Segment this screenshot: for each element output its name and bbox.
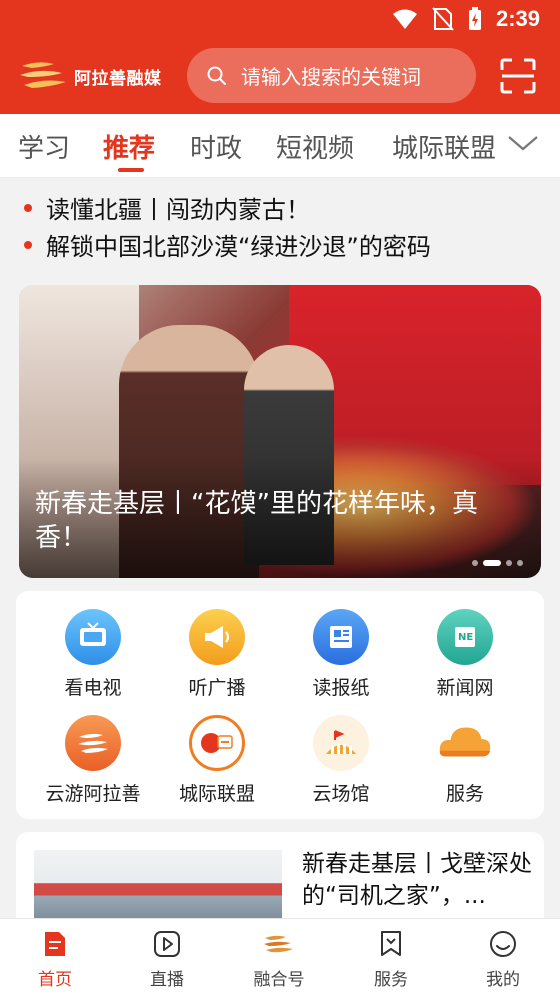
scan-icon[interactable] <box>500 58 536 94</box>
tv-icon <box>65 609 121 665</box>
service-label: 新闻网 <box>436 677 494 699</box>
nav-label: 首页 <box>38 970 72 990</box>
channel-tabs: 学习 推荐 时政 短视频 城际联盟 <box>0 114 560 178</box>
smile-user-icon <box>490 931 516 957</box>
status-bar: 2:39 <box>0 0 560 38</box>
bullet-icon <box>24 240 32 249</box>
nav-me[interactable]: 我的 <box>458 929 548 990</box>
headline-list: 读懂北疆丨闯劲内蒙古！ 解锁中国北部沙漠“绿进沙退”的密码 <box>0 178 560 274</box>
service-news-web[interactable]: NE 新闻网 <box>410 609 520 700</box>
nav-live[interactable]: 直播 <box>122 929 212 990</box>
headline-item[interactable]: 读懂北疆丨闯劲内蒙古！ <box>24 190 310 225</box>
headline-text: 读懂北疆丨闯劲内蒙古！ <box>46 196 310 224</box>
news-card[interactable]: 新春走基层丨戈壁深处的“司机之家”，... <box>16 832 544 932</box>
service-grid: 看电视 听广播 读报纸 NE 新闻网 云游阿拉善 城际联盟 云场馆 服务 <box>16 591 544 819</box>
headline-item[interactable]: 解锁中国北部沙漠“绿进沙退”的密码 <box>24 227 431 262</box>
chevron-down-icon[interactable] <box>506 132 540 154</box>
carousel-indicator <box>472 560 523 566</box>
nav-services[interactable]: 服务 <box>346 929 436 990</box>
home-icon <box>45 932 65 956</box>
wifi-icon <box>392 9 417 29</box>
service-label: 听广播 <box>188 677 246 699</box>
service-label: 看电视 <box>64 677 122 699</box>
nav-home[interactable]: 首页 <box>10 929 100 990</box>
bottom-navigation: 首页 直播 融合号 服务 我的 <box>0 918 560 995</box>
carousel-dot-active <box>483 560 501 566</box>
service-city-alliance[interactable]: 城际联盟 <box>162 715 272 806</box>
service-label: 云游阿拉善 <box>45 783 141 805</box>
tab-city-alliance[interactable]: 城际联盟 <box>392 128 496 165</box>
service-watch-tv[interactable]: 看电视 <box>38 609 148 700</box>
bullet-icon <box>24 203 32 212</box>
active-tab-indicator <box>118 168 144 172</box>
headline-text: 解锁中国北部沙漠“绿进沙退”的密码 <box>46 233 431 261</box>
service-services[interactable]: 服务 <box>410 715 520 806</box>
service-label: 服务 <box>445 783 484 805</box>
logo-emblem-icon <box>264 935 293 953</box>
app-logo[interactable]: 阿拉善融媒 <box>18 58 162 94</box>
nav-label: 服务 <box>374 970 408 990</box>
svg-text:NE: NE <box>458 632 473 643</box>
banner-carousel[interactable]: 新春走基层丨“花馍”里的花样年味，真香！ <box>19 285 541 578</box>
banner-title: 新春走基层丨“花馍”里的花样年味，真香！ <box>35 489 478 553</box>
carousel-dot <box>517 560 523 566</box>
service-cloud-venue[interactable]: 云场馆 <box>286 715 396 806</box>
status-icons: 2:39 <box>392 6 540 32</box>
service-read-newspaper[interactable]: 读报纸 <box>286 609 396 700</box>
news-web-icon: NE <box>437 609 493 665</box>
nav-label: 融合号 <box>253 970 305 990</box>
service-label: 云场馆 <box>312 783 370 805</box>
logo-text: 阿拉善融媒 <box>74 68 162 89</box>
venue-icon <box>313 715 369 771</box>
alashan-tour-icon <box>65 715 121 771</box>
tab-recommended[interactable]: 推荐 <box>103 128 155 165</box>
tab-short-video[interactable]: 短视频 <box>276 128 354 165</box>
carousel-dot <box>472 560 478 566</box>
city-alliance-icon <box>189 715 245 771</box>
play-icon <box>154 931 180 957</box>
tab-politics[interactable]: 时政 <box>190 128 242 165</box>
carousel-dot <box>506 560 512 566</box>
search-icon <box>207 66 226 85</box>
logo-emblem-icon <box>20 62 66 88</box>
service-alashan-tour[interactable]: 云游阿拉善 <box>38 715 148 806</box>
tab-study[interactable]: 学习 <box>18 128 70 165</box>
service-label: 读报纸 <box>312 677 370 699</box>
battery-charging-icon <box>468 7 481 30</box>
service-listen-radio[interactable]: 听广播 <box>162 609 272 700</box>
nav-media-account[interactable]: 融合号 <box>234 929 324 990</box>
search-input[interactable]: 请输入搜索的关键词 <box>187 48 476 103</box>
nav-label: 我的 <box>486 970 520 990</box>
service-label: 城际联盟 <box>178 783 255 805</box>
nav-label: 直播 <box>150 970 184 990</box>
no-sim-icon <box>432 7 454 31</box>
status-time: 2:39 <box>495 6 540 31</box>
newspaper-icon <box>313 609 369 665</box>
news-title: 新春走基层丨戈壁深处的“司机之家”，... <box>302 851 532 909</box>
bookmark-icon <box>381 931 401 956</box>
app-header: 阿拉善融媒 请输入搜索的关键词 <box>0 38 560 114</box>
cloud-icon <box>437 715 493 771</box>
search-placeholder: 请输入搜索的关键词 <box>241 65 421 89</box>
megaphone-icon <box>189 609 245 665</box>
